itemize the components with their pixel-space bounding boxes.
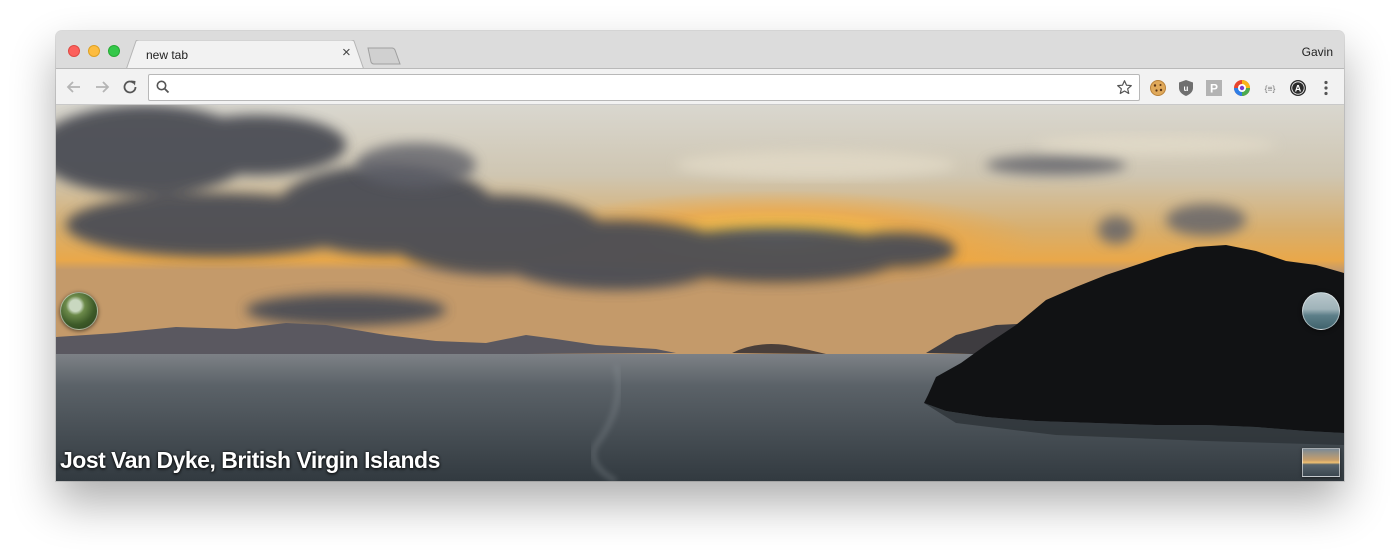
back-arrow-icon[interactable] bbox=[64, 77, 84, 97]
color-picker-extension-icon[interactable] bbox=[1233, 79, 1251, 97]
json-viewer-extension-icon[interactable]: {≡} bbox=[1261, 79, 1279, 97]
close-window-button[interactable] bbox=[68, 45, 80, 57]
svg-text:u: u bbox=[1184, 84, 1189, 93]
background-photo bbox=[56, 105, 1344, 481]
photo-gallery-thumbnail[interactable] bbox=[1302, 448, 1340, 477]
zoom-window-button[interactable] bbox=[108, 45, 120, 57]
tab-strip: new tab × Gavin bbox=[56, 31, 1344, 70]
bookmark-star-icon[interactable] bbox=[1116, 79, 1133, 96]
tab-title: new tab bbox=[146, 48, 189, 62]
address-bar[interactable] bbox=[148, 74, 1140, 101]
forward-arrow-icon[interactable] bbox=[92, 77, 112, 97]
ublock-extension-icon[interactable]: u bbox=[1177, 79, 1195, 97]
previous-photo-thumbnail[interactable] bbox=[60, 292, 98, 330]
new-tab-button[interactable] bbox=[366, 47, 402, 65]
close-tab-icon[interactable]: × bbox=[342, 45, 351, 60]
profile-name-button[interactable]: Gavin bbox=[1302, 45, 1333, 59]
p-extension-icon[interactable]: P bbox=[1205, 79, 1223, 97]
search-icon bbox=[156, 80, 170, 94]
svg-text:P: P bbox=[1210, 82, 1218, 96]
cookie-extension-icon[interactable] bbox=[1149, 79, 1167, 97]
svg-text:A: A bbox=[1295, 84, 1302, 94]
address-input[interactable] bbox=[175, 78, 1105, 97]
reload-icon[interactable] bbox=[120, 77, 140, 97]
next-photo-thumbnail[interactable] bbox=[1302, 292, 1340, 330]
a-extension-icon[interactable]: A bbox=[1289, 79, 1307, 97]
window-controls bbox=[68, 45, 120, 57]
menu-icon[interactable] bbox=[1317, 79, 1335, 97]
svg-text:{≡}: {≡} bbox=[1265, 84, 1276, 94]
toolbar: u P {≡} A bbox=[56, 68, 1344, 105]
location-caption[interactable]: Jost Van Dyke, British Virgin Islands bbox=[60, 447, 440, 474]
minimize-window-button[interactable] bbox=[88, 45, 100, 57]
browser-window: new tab × Gavin u P {≡} A Jost Van Dyke,… bbox=[56, 31, 1344, 481]
new-tab-page: Jost Van Dyke, British Virgin Islands bbox=[56, 105, 1344, 481]
